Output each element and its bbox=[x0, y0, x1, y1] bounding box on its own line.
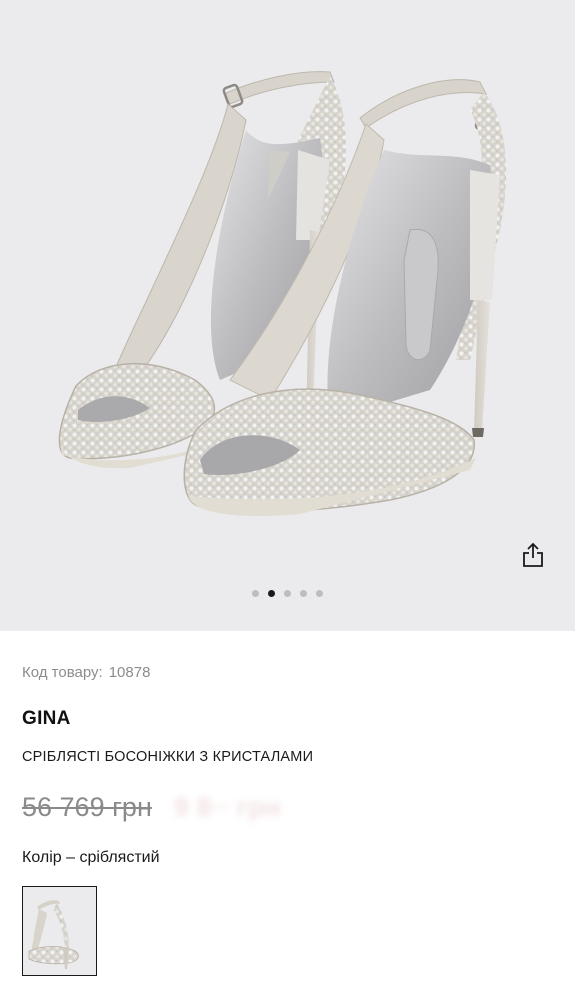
carousel-dot-1[interactable] bbox=[252, 590, 259, 597]
product-sku: Код товару: 10878 bbox=[22, 664, 150, 681]
product-gallery[interactable] bbox=[0, 0, 575, 631]
carousel-dot-2[interactable] bbox=[268, 590, 275, 597]
product-title: СРІБЛЯСТІ БОСОНІЖКИ З КРИСТАЛАМИ bbox=[22, 749, 314, 765]
carousel-pagination bbox=[0, 590, 575, 597]
carousel-dot-3[interactable] bbox=[284, 590, 291, 597]
brand-name[interactable]: GINA bbox=[22, 708, 71, 730]
product-image[interactable] bbox=[0, 0, 575, 631]
swatch-thumbnail-image bbox=[23, 887, 95, 974]
color-label: Колір – сріблястий bbox=[22, 849, 160, 866]
share-button[interactable] bbox=[516, 538, 550, 572]
old-price: 56 769 грн bbox=[22, 792, 152, 822]
color-swatch-silver[interactable] bbox=[22, 886, 97, 976]
sale-price: 9 8·· грн bbox=[173, 792, 281, 822]
price-block: 56 769 грн 9 8·· грн bbox=[22, 792, 281, 823]
sku-label: Код товару: bbox=[22, 664, 103, 681]
sku-value: 10878 bbox=[108, 664, 151, 681]
carousel-dot-4[interactable] bbox=[300, 590, 307, 597]
carousel-dot-5[interactable] bbox=[316, 590, 323, 597]
share-icon bbox=[523, 542, 543, 567]
